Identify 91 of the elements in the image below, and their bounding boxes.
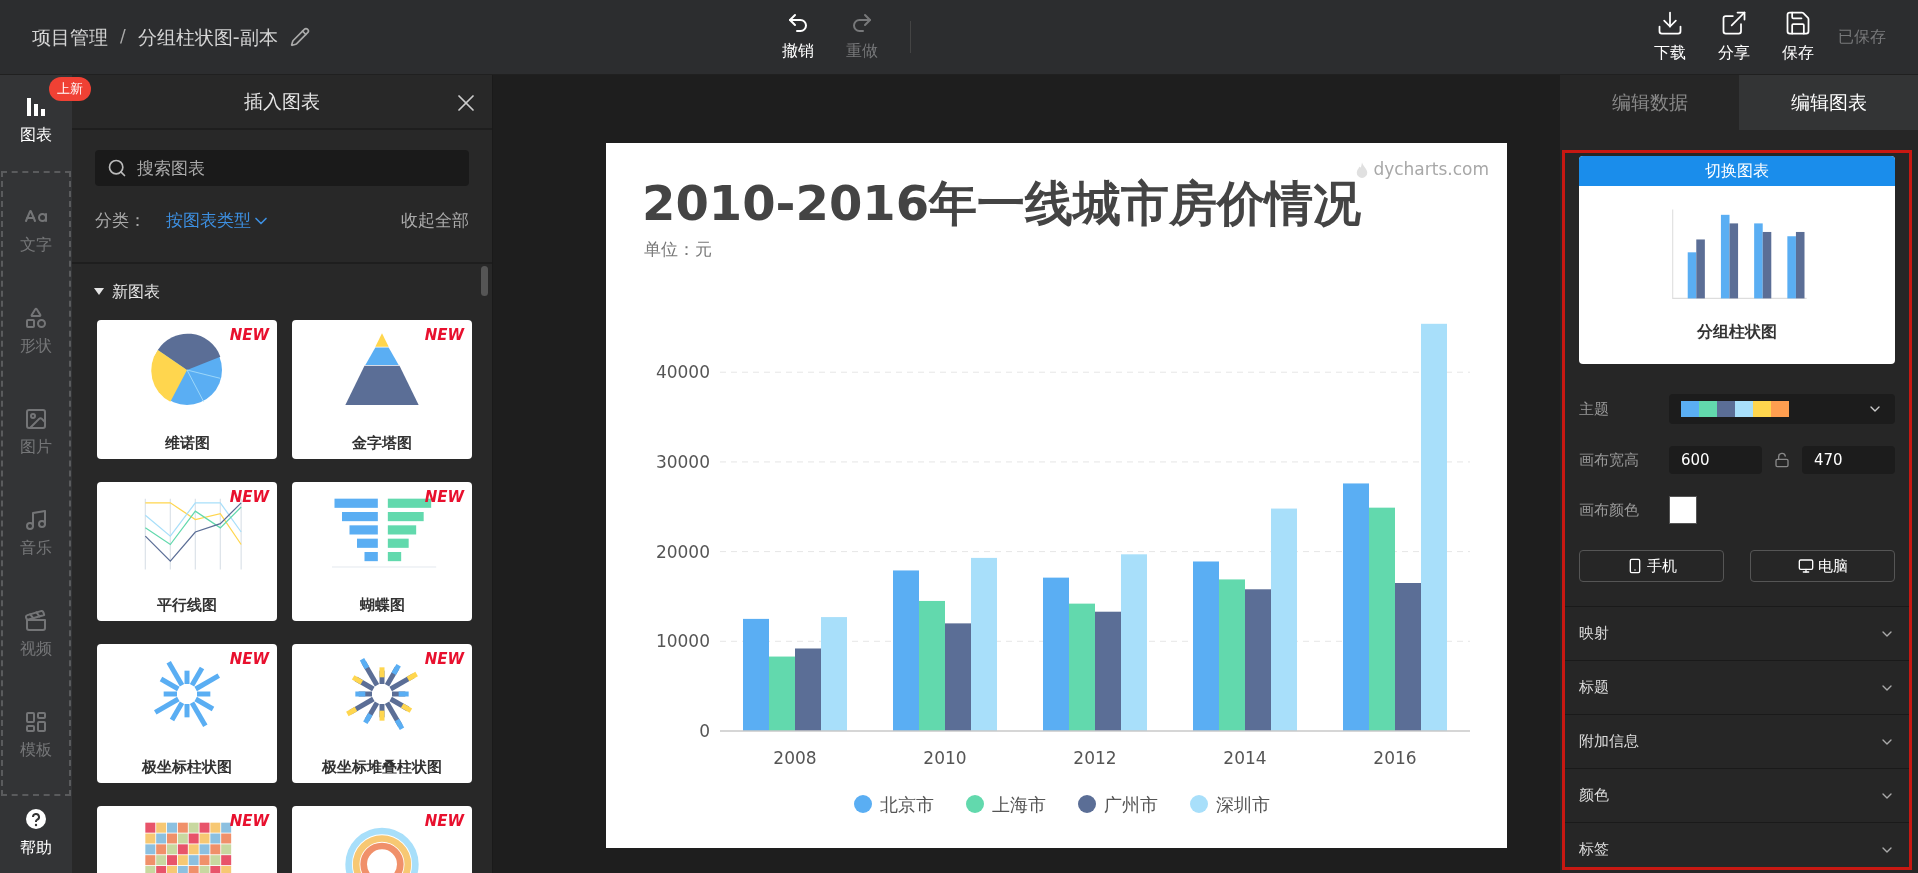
video-icon (24, 608, 48, 633)
group-header[interactable]: 新图表 (94, 279, 160, 304)
legend-label[interactable]: 上海市 (991, 790, 1046, 818)
search-field[interactable]: 搜索图表 (95, 150, 469, 186)
project-name: 分组柱状图-副本 (137, 24, 278, 50)
share-icon (1720, 9, 1748, 37)
canvas-size-label: 画布宽高 (1579, 449, 1640, 471)
chart-card[interactable]: NEW (97, 805, 277, 873)
chart-card-label: 极坐标柱状图 (142, 757, 232, 778)
flame-logo-icon (1355, 160, 1370, 179)
theme-label: 主题 (1579, 398, 1610, 420)
watermark-text: dycharts.com (1373, 158, 1489, 181)
category-dropdown[interactable]: 按图表类型 (166, 208, 271, 234)
legend-label[interactable]: 深圳市 (1215, 790, 1270, 818)
chart-title: 2010-2016年一线城市房价情况 (642, 177, 1362, 229)
toolbar-button[interactable]: 撤销 (782, 11, 814, 63)
height-field[interactable]: 470 (1802, 446, 1895, 474)
new-tag: NEW (424, 647, 464, 670)
new-tag: NEW (424, 809, 464, 832)
x-axis-label: 2010 (923, 747, 967, 768)
new-tag: NEW (424, 485, 464, 508)
new-tag: NEW (229, 809, 269, 832)
bar-chart-icon (24, 95, 48, 119)
y-axis-label: 20000 (655, 541, 710, 562)
chart-card[interactable]: NEW 金字塔图 (292, 319, 472, 459)
unlock-icon[interactable] (1774, 452, 1790, 468)
color-swatch[interactable] (1669, 496, 1697, 524)
theme-select[interactable] (1669, 394, 1895, 424)
image-icon (24, 407, 48, 432)
chart-card-label: 蝴蝶图 (359, 595, 405, 616)
chart-card-label: 极坐标堆叠柱状图 (322, 757, 442, 778)
chart-card-label: 维诺图 (164, 433, 210, 454)
chart-card[interactable]: NEW (292, 805, 472, 873)
toolbar-button[interactable]: 分享 (1718, 9, 1750, 65)
chart-card-label: 金字塔图 (352, 433, 412, 454)
help-icon (24, 808, 48, 832)
y-axis-label: 40000 (655, 361, 710, 382)
scrollbar[interactable] (481, 265, 488, 296)
chart-card[interactable]: NEW 蝴蝶图 (292, 481, 472, 621)
shapes-icon (24, 306, 48, 331)
new-badge: 上新 (49, 77, 91, 101)
breadcrumb-separator: / (120, 25, 126, 49)
accordion-header[interactable]: 颜色 (1565, 768, 1909, 822)
accordion-header[interactable]: 附加信息 (1565, 714, 1909, 768)
chart-subtitle: 单位：元 (644, 238, 712, 261)
edit-icon[interactable] (289, 27, 310, 47)
new-tag: NEW (229, 323, 269, 346)
redo-icon (850, 11, 874, 35)
chart-card[interactable]: NEW 极坐标柱状图 (97, 643, 277, 783)
legend-label[interactable]: 北京市 (879, 790, 934, 818)
y-axis-label: 0 (699, 720, 710, 741)
new-tag: NEW (424, 323, 464, 346)
new-tag: NEW (229, 485, 269, 508)
legend-label[interactable]: 广州市 (1103, 790, 1158, 818)
help-button[interactable]: 帮助 (20, 808, 52, 860)
save-status: 已保存 (1838, 26, 1886, 48)
music-note-icon (24, 507, 48, 532)
width-field[interactable]: 600 (1669, 446, 1762, 474)
accordion-header[interactable]: 标签 (1565, 822, 1909, 867)
template-icon (24, 709, 48, 734)
rail-item[interactable]: 图表 (20, 87, 52, 155)
save-icon (1784, 9, 1812, 37)
x-axis-label: 2014 (1223, 747, 1267, 768)
panel-title: 插入图表 (244, 89, 320, 115)
chart-card-label: 平行线图 (157, 595, 217, 616)
collapse-all-link[interactable]: 收起全部 (401, 208, 469, 234)
category-label: 分类： (95, 209, 146, 232)
new-tag: NEW (229, 647, 269, 670)
accordion-header[interactable]: 映射 (1565, 606, 1909, 660)
chart-card[interactable]: NEW 平行线图 (97, 481, 277, 621)
toolbar-button[interactable]: 保存 (1782, 9, 1814, 65)
canvas-color-label: 画布颜色 (1579, 499, 1640, 521)
current-chart-type: 分组柱状图 (1697, 321, 1777, 343)
x-axis-label: 2012 (1073, 747, 1117, 768)
y-axis-label: 30000 (655, 451, 710, 472)
y-axis-label: 10000 (655, 630, 710, 651)
x-axis-label: 2008 (773, 747, 817, 768)
toolbar-button[interactable]: 下载 (1654, 9, 1686, 65)
accordion-header[interactable]: 标题 (1565, 660, 1909, 714)
breadcrumb-link[interactable]: 项目管理 (32, 22, 108, 52)
undo-icon (786, 11, 810, 35)
chart-card[interactable]: NEW 维诺图 (97, 319, 277, 459)
search-icon (107, 158, 127, 178)
download-icon (1656, 9, 1684, 37)
monitor-icon (1797, 558, 1814, 574)
chart-card[interactable]: NEW 极坐标堆叠柱状图 (292, 643, 472, 783)
x-axis-label: 2016 (1373, 747, 1417, 768)
device-button[interactable]: 电脑 (1750, 550, 1895, 582)
editor-tab[interactable]: 编辑图表 (1739, 75, 1918, 130)
device-button[interactable]: 手机 (1579, 550, 1724, 582)
switch-chart-card[interactable]: 切换图表 分组柱状图 (1579, 156, 1895, 364)
